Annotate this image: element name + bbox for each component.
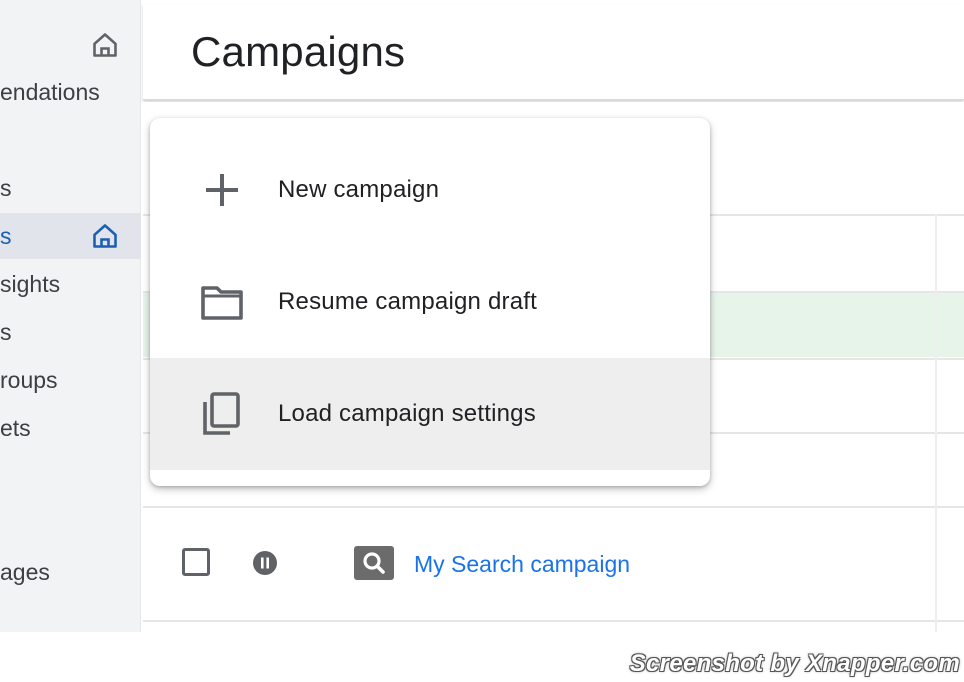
plus-icon [206, 174, 238, 206]
sidebar-item-pages[interactable]: ages [0, 549, 141, 595]
sidebar-item-overview[interactable] [0, 22, 141, 68]
sidebar-item-label: s [0, 223, 12, 249]
table-divider [143, 506, 964, 508]
sidebar-item-label: s [0, 319, 12, 345]
sidebar-item-insights[interactable]: sights [0, 261, 141, 307]
menu-item-label: New campaign [278, 176, 440, 203]
sidebar-item-label: ages [0, 559, 50, 585]
sidebar-item-ad-groups[interactable]: roups [0, 357, 141, 403]
app-frame: endations s s sights s roups ets ages Ca… [0, 0, 964, 682]
create-campaign-menu: New campaign Resume campaign draft Load … [150, 118, 710, 486]
menu-item-label: Load campaign settings [278, 400, 536, 427]
row-checkbox[interactable] [182, 548, 210, 576]
sidebar-item-recommendations[interactable]: endations [0, 69, 141, 115]
menu-item-new-campaign[interactable]: New campaign [150, 134, 710, 246]
column-divider [935, 214, 937, 632]
sidebar-item-6[interactable]: s [0, 309, 141, 355]
page-title: Campaigns [191, 28, 406, 75]
sidebar-item-assets[interactable]: ets [0, 405, 141, 451]
copy-icon [203, 392, 240, 435]
sidebar-item-label: ets [0, 415, 31, 441]
menu-item-load-settings[interactable]: Load campaign settings [150, 358, 710, 470]
home-icon [93, 224, 117, 248]
campaign-name-link[interactable]: My Search campaign [414, 548, 630, 580]
menu-item-resume-draft[interactable]: Resume campaign draft [150, 246, 710, 358]
watermark: Screenshot by Xnapper.com [629, 650, 960, 677]
page-header: Campaigns [143, 4, 964, 100]
home-icon [93, 33, 117, 57]
menu-item-label: Resume campaign draft [278, 288, 537, 315]
sidebar-item-label: s [0, 175, 12, 201]
sidebar-item-label: roups [0, 367, 58, 393]
sidebar-item-campaigns[interactable]: s [0, 213, 141, 259]
table-divider [143, 620, 964, 622]
folder-icon [201, 286, 243, 320]
search-icon [354, 546, 394, 580]
sidebar-item-label: sights [0, 271, 61, 297]
sidebar: endations s s sights s roups ets ages [0, 0, 141, 632]
paused-icon[interactable] [252, 550, 278, 576]
sidebar-item-3[interactable]: s [0, 165, 141, 211]
sidebar-item-label: endations [0, 79, 100, 105]
